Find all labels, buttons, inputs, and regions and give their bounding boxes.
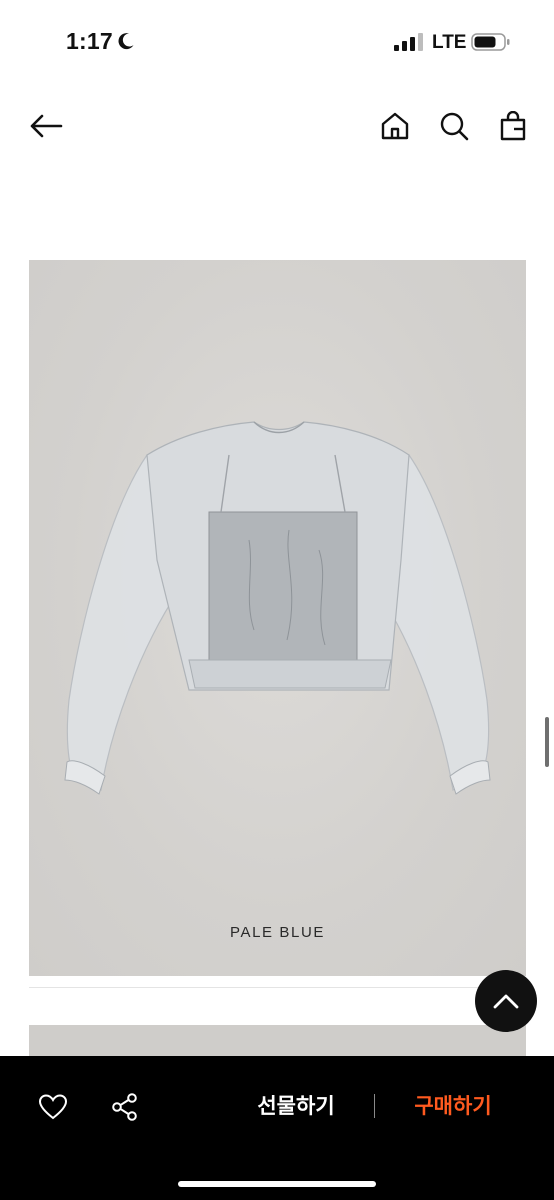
blouse-illustration <box>64 421 491 795</box>
share-icon <box>112 1093 137 1121</box>
cart-button[interactable] <box>493 106 533 146</box>
arrow-left-icon <box>30 114 63 138</box>
top-navigation <box>0 96 554 156</box>
moon-icon <box>118 33 134 50</box>
search-icon <box>440 112 469 141</box>
cellular-signal-icon <box>394 33 423 51</box>
home-icon <box>381 112 409 140</box>
chevron-up-icon <box>493 994 519 1009</box>
search-button[interactable] <box>434 106 474 146</box>
bottom-action-bar: 선물하기 구매하기 <box>0 1056 554 1200</box>
product-color-label: PALE BLUE <box>230 924 325 941</box>
battery-icon <box>471 33 510 51</box>
buy-button[interactable]: 구매하기 <box>393 1090 513 1124</box>
scroll-to-top-button[interactable] <box>475 970 537 1032</box>
section-divider <box>29 987 526 988</box>
status-bar: 1:17 LTE <box>0 0 554 86</box>
home-indicator[interactable] <box>178 1181 376 1187</box>
back-button[interactable] <box>26 106 66 146</box>
like-button[interactable] <box>36 1090 70 1124</box>
shopping-bag-icon <box>500 111 526 141</box>
heart-icon <box>38 1094 68 1120</box>
share-button[interactable] <box>108 1090 142 1124</box>
bottom-bar-separator <box>374 1094 375 1118</box>
gift-button[interactable]: 선물하기 <box>236 1090 356 1124</box>
status-time: 1:17 <box>66 28 113 54</box>
carrier-label: LTE <box>432 32 467 53</box>
product-image[interactable]: PALE BLUE <box>29 260 526 976</box>
scrollbar-thumb[interactable] <box>545 717 549 767</box>
home-button[interactable] <box>375 106 415 146</box>
